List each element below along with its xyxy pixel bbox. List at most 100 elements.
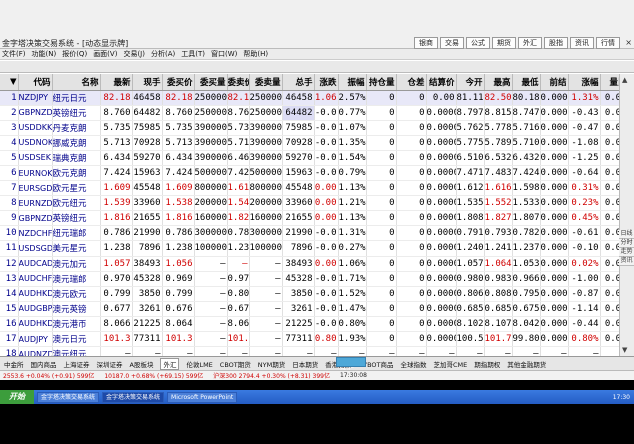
market-tab[interactable]: 外汇 xyxy=(160,357,180,370)
column-header[interactable]: 名称 xyxy=(52,74,101,91)
top-button[interactable]: 股指 xyxy=(544,37,568,49)
table-cell: 8.815 xyxy=(484,105,513,121)
table-cell: 0.0000 xyxy=(426,331,457,348)
market-tab[interactable]: 芝加哥CME xyxy=(434,359,468,369)
top-button[interactable]: 公式 xyxy=(466,37,490,49)
table-row[interactable]: 16 AUDHKD 澳元港币 8.066 21225 8.064—8.06—21225 -0… xyxy=(0,316,619,333)
table-cell: AUDHKD xyxy=(18,316,53,333)
table-cell: — xyxy=(194,316,228,333)
column-header[interactable]: 最高 xyxy=(484,74,513,91)
column-header[interactable]: 涨幅 xyxy=(568,74,601,91)
menu-item[interactable]: 画面(V) xyxy=(93,49,117,59)
column-header[interactable]: 委买量 xyxy=(194,74,228,91)
menu-item[interactable]: 功能(N) xyxy=(32,49,57,59)
column-header[interactable]: 代码 xyxy=(18,74,53,91)
menu-item[interactable]: 报价(Q) xyxy=(62,49,87,59)
menu-item[interactable]: 工具(T) xyxy=(181,49,205,59)
table-row[interactable]: 12 AUDCAD 澳元加元 1.057 38493 1.056— — —38493 0.00 1… xyxy=(0,256,619,272)
table-cell: EURNOK xyxy=(18,165,53,182)
scroll-down-icon[interactable]: ▼ xyxy=(622,346,627,354)
table-cell: 0.0000 xyxy=(426,225,457,242)
column-header[interactable]: 涨跌 xyxy=(314,74,339,91)
table-cell: — xyxy=(366,346,397,356)
vertical-scrollbar[interactable]: ▲ ▼ xyxy=(619,74,634,356)
column-header[interactable]: 仓差 xyxy=(396,74,427,91)
table-cell: 0.0000 xyxy=(426,271,457,287)
column-header[interactable]: 总手 xyxy=(282,74,315,91)
market-tab[interactable]: 国内商品 xyxy=(31,359,57,369)
table-cell: 0 xyxy=(366,195,397,212)
table-cell: — xyxy=(249,316,283,333)
table-row[interactable]: 6EURNOK欧元克朗7.424159637.4245000007.426500… xyxy=(0,165,619,182)
market-tab[interactable]: CBOT期货 xyxy=(220,359,251,369)
table-row[interactable]: 11USDSGD美元星元1.23878961.2381000001.238100… xyxy=(0,240,619,257)
task-item[interactable]: 金字塔决策交易系统 xyxy=(102,391,165,403)
column-header[interactable]: 委卖量 xyxy=(249,74,283,91)
side-tab[interactable]: 分时 xyxy=(619,239,634,248)
column-header[interactable]: 委买价 xyxy=(162,74,195,91)
column-header[interactable]: 振幅 xyxy=(338,74,367,91)
top-button[interactable]: 外汇 xyxy=(518,37,542,49)
side-tab[interactable]: 资讯 xyxy=(619,257,634,266)
column-header[interactable]: 最低 xyxy=(512,74,541,91)
market-tab[interactable]: 全球指数 xyxy=(401,359,427,369)
market-tab[interactable]: 深圳证券 xyxy=(97,359,123,369)
start-button[interactable]: 开始 xyxy=(0,390,34,404)
column-header[interactable]: 委卖价 xyxy=(227,74,250,91)
table-row[interactable]: 9GBPNZD英镑纽元1.816216551.8161600001.826160… xyxy=(0,210,619,227)
table-row[interactable]: 5USDSEK瑞典克朗6.434592706.4343900006.466390… xyxy=(0,150,619,166)
table-row[interactable]: 1NZDJPY纽元日元82.184645882.1825000082.18250… xyxy=(0,90,619,106)
table-row[interactable]: 18AUDNZD澳元纽元——————————————————1.28 xyxy=(0,346,619,356)
status-item: 10187.0 +0.68% (+69.15) 599亿 xyxy=(104,373,204,380)
top-button[interactable]: 期货 xyxy=(492,37,516,49)
column-header[interactable]: ▼ xyxy=(0,74,19,91)
scroll-up-icon[interactable]: ▲ xyxy=(622,76,627,84)
table-row[interactable]: 17 AUDJPY 澳元日元 101.3 77311 101.3—101. —77311 0.… xyxy=(0,331,619,348)
table-row[interactable]: 3USDDKK丹麦克朗5.735759855.7353900005.736390… xyxy=(0,120,619,136)
table-row[interactable]: 8EURNZD欧元纽元1.539339601.5382000001.540200… xyxy=(0,195,619,212)
table-row[interactable]: 15 AUDGBP 澳元英镑 0.677 3261 0.676—0.67—3261 -0.0… xyxy=(0,301,619,317)
top-button[interactable]: 银商 xyxy=(414,37,438,49)
column-header[interactable]: 现手 xyxy=(132,74,163,91)
column-header[interactable]: 最新 xyxy=(100,74,133,91)
column-header[interactable]: 持仓量 xyxy=(366,74,397,91)
table-cell: 0.00 xyxy=(600,271,619,287)
table-row[interactable]: 2GBPNZD英镑纽元8.760644828.7602500008.761250… xyxy=(0,105,619,121)
market-tab[interactable]: 其他金融期货 xyxy=(507,359,546,369)
table-cell: 11 xyxy=(0,240,19,257)
side-tab[interactable]: 走势 xyxy=(619,248,634,257)
menu-item[interactable]: 分析(A) xyxy=(151,49,175,59)
task-item[interactable]: 金字塔决策交易系统 xyxy=(37,391,100,403)
table-cell: 70928 xyxy=(282,135,315,151)
top-button[interactable]: 交易 xyxy=(440,37,464,49)
table-cell: 0.000 xyxy=(540,331,569,348)
side-tab[interactable]: 日线 xyxy=(619,230,634,239)
task-item[interactable]: Microsoft PowerPoint xyxy=(167,391,238,403)
horizontal-scroll-thumb[interactable]: 外汇 xyxy=(336,357,366,375)
menu-item[interactable]: 交易(J) xyxy=(123,49,145,59)
market-tab[interactable]: 伦敦LME xyxy=(186,359,212,369)
table-cell: 0.799 xyxy=(162,286,195,302)
table-cell: -0.0 xyxy=(314,316,339,333)
market-tab[interactable]: 期指期权 xyxy=(474,359,500,369)
column-header[interactable]: 量比 xyxy=(600,74,619,91)
top-button[interactable]: 资讯 xyxy=(570,37,594,49)
table-row[interactable]: 4USDNOK挪威克朗5.713709285.7133900005.713390… xyxy=(0,135,619,151)
menu-item[interactable]: 帮助(H) xyxy=(243,49,268,59)
market-tab[interactable]: A股板块 xyxy=(130,359,154,369)
column-header[interactable]: 结算价 xyxy=(426,74,457,91)
top-button[interactable]: 行情 xyxy=(596,37,620,49)
menu-item[interactable]: 窗口(W) xyxy=(211,49,237,59)
column-header[interactable]: 前结 xyxy=(540,74,569,91)
table-row[interactable]: 10NZDCHF纽元瑞郎0.786219900.7863000000.78630… xyxy=(0,225,619,242)
table-row[interactable]: 14 AUDHKD 澳元欧元 0.799 3850 0.799—0.80—3850 -0.0… xyxy=(0,286,619,302)
table-row[interactable]: 13 AUDCHF 澳元瑞郎 0.970 45328 0.969—0.97—45328 -0… xyxy=(0,271,619,287)
market-tab[interactable]: 日本期货 xyxy=(292,359,318,369)
market-tab[interactable]: NYM期货 xyxy=(258,359,285,369)
market-tab[interactable]: 上海证券 xyxy=(64,359,90,369)
menu-item[interactable]: 文件(F) xyxy=(2,49,26,59)
close-icon[interactable]: × xyxy=(625,38,632,47)
table-row[interactable]: 7EURSGD欧元星元1.609455481.6098000001.618800… xyxy=(0,180,619,197)
column-header[interactable]: 今开 xyxy=(456,74,485,91)
market-tab[interactable]: 中金所 xyxy=(4,359,24,369)
